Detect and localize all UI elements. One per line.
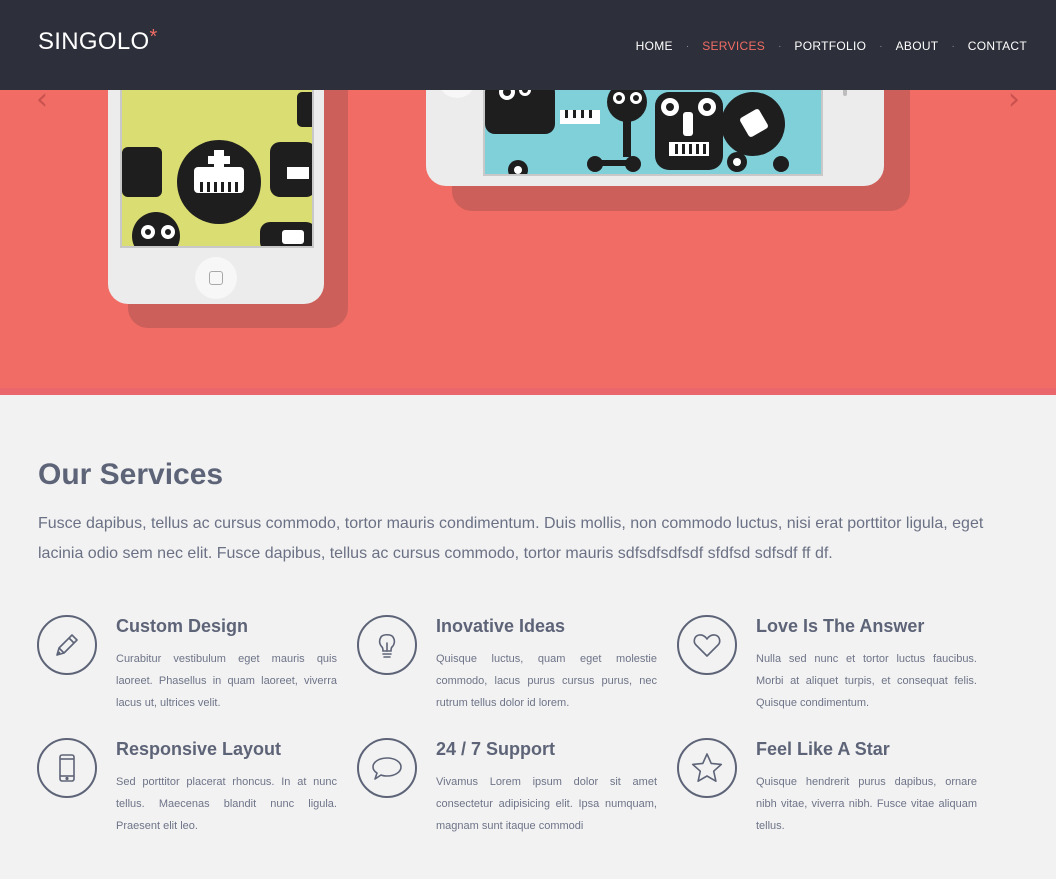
service-text: Quisque luctus, quam eget molestie commo… (436, 653, 657, 709)
lightbulb-icon (357, 615, 417, 675)
service-title: Inovative Ideas (436, 616, 566, 636)
pencil-icon (37, 615, 97, 675)
service-title: Responsive Layout (116, 739, 282, 759)
nav-contact[interactable]: CONTACT (968, 39, 1027, 53)
services-title: Our Services (38, 458, 224, 491)
nav-about[interactable]: ABOUT (896, 39, 939, 53)
nav-separator: · (778, 40, 782, 52)
service-title: 24 / 7 Support (436, 739, 556, 759)
service-item: Custom Design Curabitur vestibulum eget … (37, 615, 337, 715)
site-header: SINGOLO* HOME · SERVICES · PORTFOLIO · A… (0, 0, 1056, 90)
home-button (195, 257, 237, 299)
service-text: Nulla sed nunc et tortor luctus faucibus… (756, 653, 977, 709)
nav-services[interactable]: SERVICES (702, 39, 765, 53)
service-item: Responsive Layout Sed porttitor placerat… (37, 738, 337, 838)
nav-portfolio[interactable]: PORTFOLIO (794, 39, 866, 53)
service-text: Quisque hendrerit purus dapibus, ornare … (756, 776, 977, 832)
service-title: Custom Design (116, 616, 249, 636)
services-lead: Fusce dapibus, tellus ac cursus commodo,… (38, 515, 984, 562)
star-icon (677, 738, 737, 798)
service-text: Vivamus Lorem ipsum dolor sit amet conse… (436, 776, 657, 832)
service-text: Curabitur vestibulum eget mauris quis la… (116, 653, 337, 709)
services-section: Our Services Fusce dapibus, tellus ac cu… (0, 395, 1056, 879)
service-item: Love Is The Answer Nulla sed nunc et tor… (677, 615, 977, 715)
service-title: Love Is The Answer (756, 616, 925, 636)
nav-separator: · (685, 40, 690, 52)
logo-star: * (149, 26, 158, 48)
phone-icon (37, 738, 97, 798)
service-item: Feel Like A Star Quisque hendrerit purus… (677, 738, 977, 838)
nav-home[interactable]: HOME (636, 39, 673, 53)
service-item: 24 / 7 Support Vivamus Lorem ipsum dolor… (357, 738, 657, 838)
chat-bubble-icon (357, 738, 417, 798)
hero-bottom-border (0, 388, 1056, 395)
service-text: Sed porttitor placerat rhoncus. In at nu… (116, 776, 337, 832)
logo[interactable]: SINGOLO* (38, 26, 158, 56)
nav-separator: · (879, 40, 883, 52)
main-nav: HOME · SERVICES · PORTFOLIO · ABOUT · CO… (636, 39, 1027, 53)
heart-icon (677, 615, 737, 675)
nav-separator: · (951, 40, 955, 52)
service-title: Feel Like A Star (756, 739, 890, 759)
service-item: Inovative Ideas Quisque luctus, quam ege… (357, 615, 657, 715)
